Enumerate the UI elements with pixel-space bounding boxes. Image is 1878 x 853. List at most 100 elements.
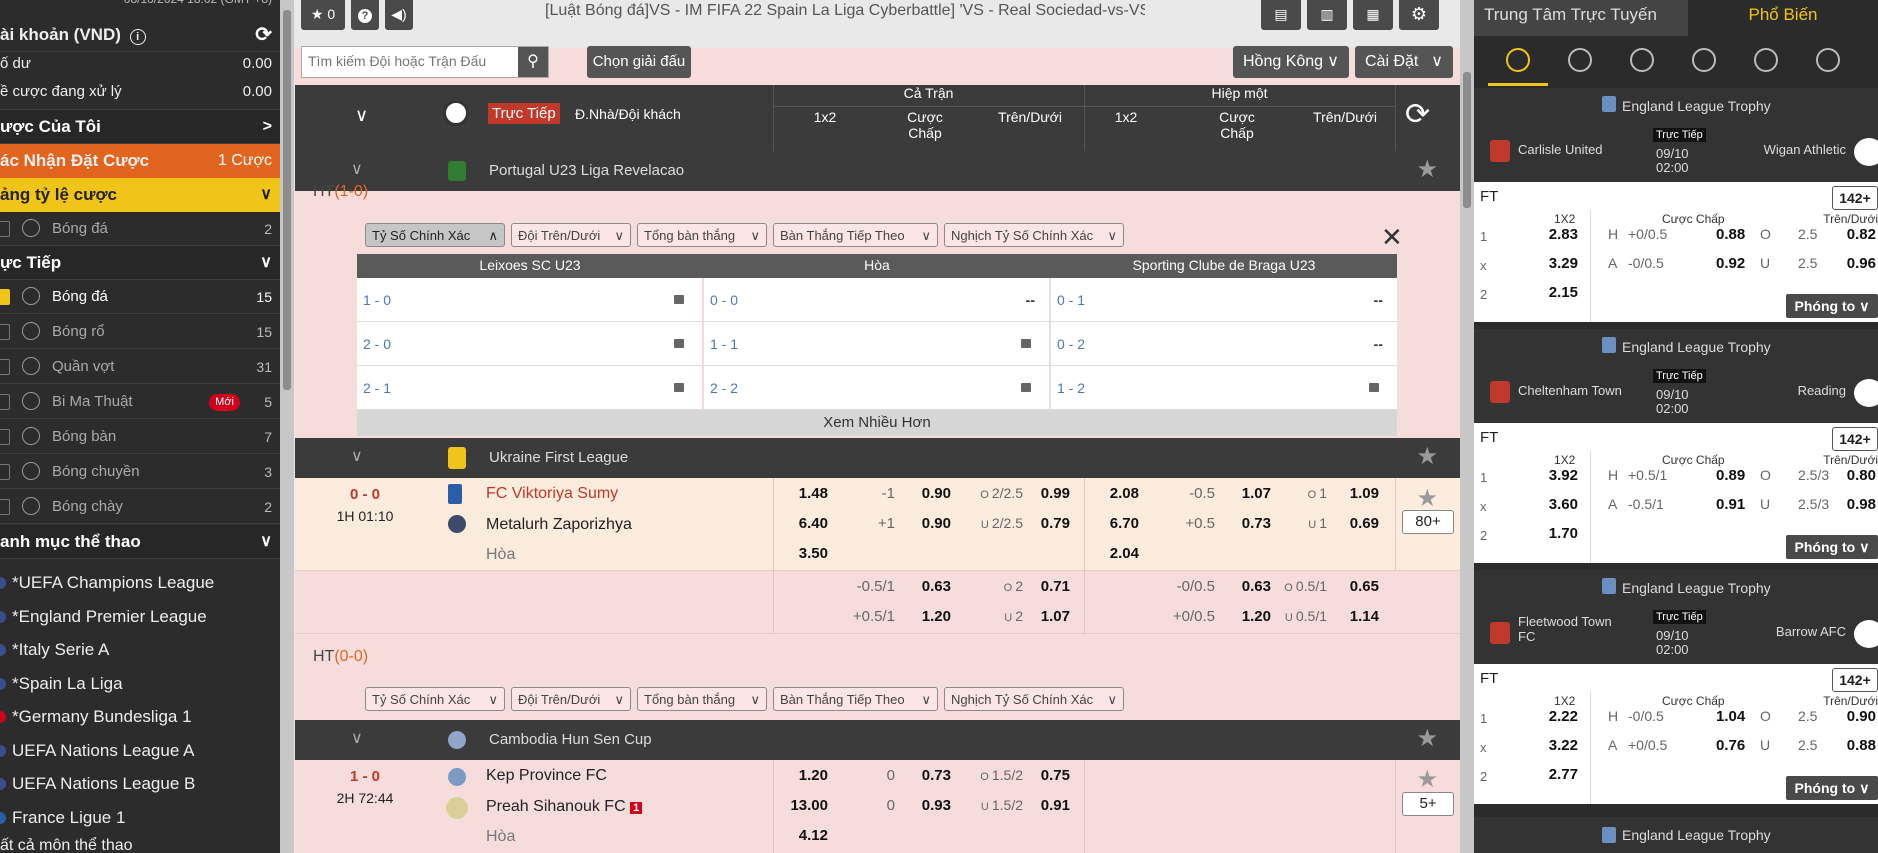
odds-1x2[interactable]: 3.22 — [1534, 737, 1578, 754]
odds-over-under[interactable]: 0.82 — [1847, 226, 1876, 243]
tab-online-center[interactable]: Trung Tâm Trực Tuyến — [1474, 0, 1688, 36]
star-icon[interactable]: ★ — [1416, 765, 1438, 794]
odds-handicap-h1[interactable]: 0.73 — [1221, 515, 1271, 532]
checkbox[interactable] — [0, 464, 10, 480]
odds-over-under[interactable]: 0.80 — [1847, 467, 1876, 484]
odds-over-under[interactable]: 0.88 — [1847, 737, 1876, 754]
odds-handicap[interactable]: 0.90 — [901, 515, 951, 532]
checkbox[interactable] — [0, 324, 10, 340]
bet-type-filter[interactable]: Tổng bàn thắng ∨ — [637, 687, 767, 711]
league-list-item[interactable]: *UEFA Champions League — [0, 566, 280, 600]
collapse-all-icon[interactable]: ∨ — [355, 105, 368, 126]
all-sports-link[interactable]: ất cả môn thể thao — [0, 836, 280, 853]
odds-1x2-h1[interactable]: 2.08 — [1085, 485, 1139, 502]
odds-handicap[interactable]: 1.04 — [1716, 708, 1745, 725]
correct-score-cell[interactable]: 1 - 0 — [357, 278, 703, 322]
more-bets-button[interactable]: 142+ — [1832, 668, 1878, 692]
live-sport-item[interactable]: Bóng rổ 15 — [0, 315, 280, 349]
odds-1x2[interactable]: 2.83 — [1534, 226, 1578, 243]
odds-over-under-h1[interactable]: 0.69 — [1335, 515, 1379, 532]
refresh-icon[interactable]: ⟳ — [255, 18, 272, 52]
odds-table-row[interactable]: ảng tỷ lệ cược ∨ — [0, 178, 280, 212]
checkbox[interactable] — [0, 359, 10, 375]
bet-type-filter[interactable]: Bàn Thắng Tiếp Theo ∨ — [773, 687, 938, 711]
checkbox[interactable] — [0, 394, 10, 410]
search-icon[interactable]: ⚲ — [518, 47, 548, 77]
league-list-item[interactable]: *Italy Serie A — [0, 633, 280, 667]
sport-tab[interactable] — [1550, 36, 1610, 86]
live-sport-item[interactable]: Bi Ma Thuật Mới 5 — [0, 385, 280, 419]
correct-score-cell[interactable]: 0 - 2 -- — [1051, 322, 1397, 366]
odds-handicap[interactable]: 0.89 — [1716, 467, 1745, 484]
confirm-bet-row[interactable]: ác Nhận Đặt Cược 1 Cược — [0, 144, 280, 178]
odds-handicap[interactable]: 0.93 — [901, 797, 951, 814]
away-team[interactable]: Metalurh Zaporizhya — [486, 516, 632, 534]
odds-handicap[interactable]: 1.20 — [901, 608, 951, 625]
odds-1x2[interactable]: 3.50 — [768, 545, 828, 562]
odds-1x2[interactable]: 4.12 — [768, 827, 828, 844]
left-scrollbar[interactable] — [280, 0, 294, 853]
account-header[interactable]: ài khoản (VND) i ⟳ — [0, 18, 280, 52]
my-bets-row[interactable]: ược Của Tôi > — [0, 110, 280, 144]
region-select[interactable]: Hồng Kông ∨ — [1233, 46, 1349, 78]
info-icon[interactable]: i — [129, 29, 146, 45]
odds-handicap[interactable]: 0.63 — [901, 578, 951, 595]
odds-handicap-h1[interactable]: 1.07 — [1221, 485, 1271, 502]
choose-league-button[interactable]: Chọn giải đấu — [587, 46, 691, 78]
zoom-button[interactable]: Phóng to ∨ — [1786, 294, 1878, 318]
search-box[interactable]: ⚲ — [301, 46, 549, 78]
sport-tab[interactable] — [1736, 36, 1796, 86]
settings-select[interactable]: Cài Đặt ∨ — [1355, 46, 1453, 78]
collapse-icon[interactable]: ∨ — [351, 446, 363, 466]
sport-tab[interactable] — [1674, 36, 1734, 86]
correct-score-cell[interactable]: 2 - 1 — [357, 366, 703, 410]
odds-over-under[interactable]: 0.79 — [1030, 515, 1070, 532]
odds-1x2[interactable]: 2.77 — [1534, 766, 1578, 783]
tab-popular[interactable]: Phổ Biến — [1688, 0, 1878, 36]
odds-1x2-h1[interactable]: 6.70 — [1085, 515, 1139, 532]
star-icon[interactable]: ★ — [1416, 484, 1438, 513]
see-more-button[interactable]: Xem Nhiều Hơn — [357, 410, 1397, 436]
list-view-button[interactable]: ▤ — [1261, 0, 1301, 30]
league-list-item[interactable]: *Spain La Liga — [0, 667, 280, 701]
search-input[interactable] — [302, 47, 514, 75]
odds-over-under[interactable]: 0.98 — [1847, 496, 1876, 513]
checkbox[interactable] — [0, 429, 10, 445]
refresh-icon[interactable]: ⟳ — [1405, 97, 1430, 132]
odds-over-under[interactable]: 0.99 — [1030, 485, 1070, 502]
featured-match-header[interactable]: England League Trophy Fleetwood Town FC Tr… — [1474, 570, 1878, 664]
bet-type-filter[interactable]: Tổng bàn thắng ∨ — [637, 223, 767, 247]
correct-score-cell[interactable]: 1 - 1 — [704, 322, 1050, 366]
settings-gear-button[interactable]: ⚙ — [1399, 0, 1439, 30]
odds-over-under[interactable]: 0.90 — [1847, 708, 1876, 725]
odds-1x2[interactable]: 6.40 — [768, 515, 828, 532]
odds-1x2[interactable]: 2.22 — [1534, 708, 1578, 725]
away-team[interactable]: Preah Sihanouk FC 1 — [486, 798, 643, 816]
odds-1x2[interactable]: 1.70 — [1534, 525, 1578, 542]
odds-handicap-h1[interactable]: 0.63 — [1221, 578, 1271, 595]
league-list-item[interactable]: France Ligue 1 — [0, 801, 280, 835]
collapse-icon[interactable]: ∨ — [351, 728, 363, 748]
zoom-button[interactable]: Phóng to ∨ — [1786, 776, 1878, 800]
correct-score-cell[interactable]: 0 - 0 -- — [704, 278, 1050, 322]
more-bets-button[interactable]: 80+ — [1402, 510, 1454, 534]
league-row[interactable]: ∨ Ukraine First League ★ — [295, 438, 1460, 478]
league-list-item[interactable]: UEFA Nations League B — [0, 767, 280, 801]
sport-tab[interactable] — [1798, 36, 1858, 86]
close-icon[interactable]: ✕ — [1381, 222, 1403, 253]
match-breadcrumb[interactable]: [Luật Bóng đá]VS - IM FIFA 22 Spain La L… — [545, 2, 1145, 26]
correct-score-cell[interactable]: 0 - 1 -- — [1051, 278, 1397, 322]
correct-score-cell[interactable]: 1 - 2 — [1051, 366, 1397, 410]
league-row[interactable]: ∨ Cambodia Hun Sen Cup ★ — [295, 720, 1460, 760]
star-icon[interactable]: ★ — [1416, 442, 1438, 471]
odds-over-under[interactable]: 1.07 — [1030, 608, 1070, 625]
bet-type-filter[interactable]: Đội Trên/Dưới ∨ — [511, 223, 631, 247]
league-list-item[interactable]: *Germany Bundesliga 1 — [0, 700, 280, 734]
bet-type-filter[interactable]: Đội Trên/Dưới ∨ — [511, 687, 631, 711]
featured-match-header[interactable]: England League Trophy Carlisle United Trực… — [1474, 88, 1878, 182]
odds-over-under[interactable]: 0.96 — [1847, 255, 1876, 272]
star-icon[interactable]: ★ — [1416, 155, 1438, 184]
live-sport-item[interactable]: Bóng chuyền 3 — [0, 455, 280, 489]
star-icon[interactable]: ★ — [1416, 724, 1438, 753]
odds-handicap[interactable]: 0.76 — [1716, 737, 1745, 754]
